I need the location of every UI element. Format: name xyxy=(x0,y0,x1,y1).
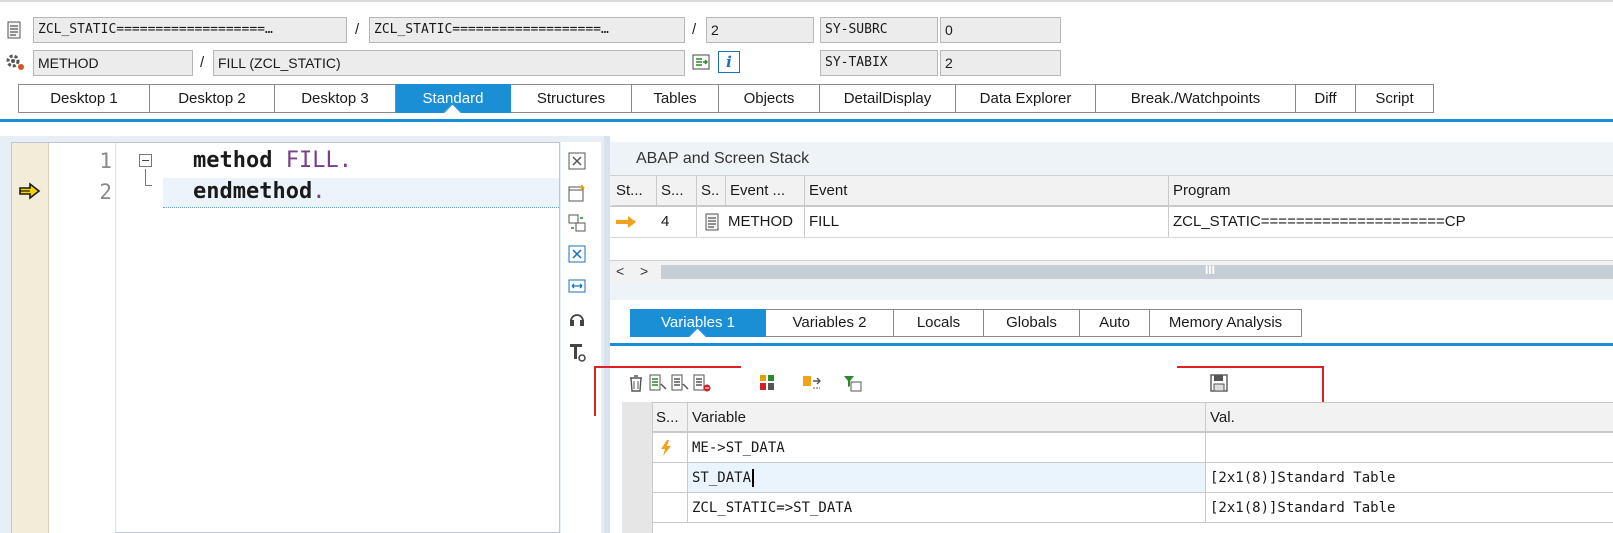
stack-title: ABAP and Screen Stack xyxy=(636,150,810,167)
variable-name-text: ST_DATA xyxy=(692,470,752,486)
line-number: 2 xyxy=(99,180,112,204)
layout-icon[interactable] xyxy=(758,372,780,394)
tab-tables[interactable]: Tables xyxy=(632,84,719,113)
stack-header-cell[interactable]: S... xyxy=(657,176,697,206)
document-icon xyxy=(5,19,23,41)
stack-program: ZCL_STATIC=====================CP xyxy=(1173,213,1466,230)
code-keyword: method xyxy=(193,148,273,173)
separator: / xyxy=(692,21,697,38)
sysubrc-label: SY-SUBRC xyxy=(820,17,938,43)
maximize-icon[interactable] xyxy=(566,243,588,265)
display-object-icon[interactable] xyxy=(690,51,712,73)
var-header-cell[interactable]: Val. xyxy=(1206,403,1613,432)
scrollbar-thumb[interactable] xyxy=(661,265,1613,279)
program-field[interactable]: ZCL_STATIC===================… xyxy=(369,17,685,43)
desktop-tabs: Desktop 1 Desktop 2 Desktop 3 Standard S… xyxy=(18,84,1434,113)
current-line-arrow-icon xyxy=(16,180,44,202)
stack-header-cell[interactable]: Event xyxy=(805,176,1169,206)
separator: / xyxy=(200,54,205,71)
tab-data-explorer[interactable]: Data Explorer xyxy=(956,84,1096,113)
scrollbar-grip: III xyxy=(1205,263,1216,277)
swap-tool-icon[interactable] xyxy=(566,212,588,234)
variable-value[interactable] xyxy=(1206,433,1613,463)
event-type-field[interactable]: METHOD xyxy=(33,50,193,76)
scroll-left-icon[interactable]: < xyxy=(616,263,624,279)
headset-icon[interactable] xyxy=(566,308,588,330)
tab-auto[interactable]: Auto xyxy=(1080,309,1150,337)
tab-variables-2[interactable]: Variables 2 xyxy=(766,309,894,337)
var-header-cell[interactable]: S... xyxy=(652,403,688,432)
transfer-icon[interactable] xyxy=(801,372,823,394)
tab-detaildisplay[interactable]: DetailDisplay xyxy=(820,84,956,113)
variables-tabs: Variables 1 Variables 2 Locals Globals A… xyxy=(630,309,1302,337)
code-line-2: endmethod. xyxy=(193,179,325,204)
code-period: . xyxy=(312,179,326,204)
sysubrc-value[interactable]: 0 xyxy=(940,17,1061,43)
tabs-underline xyxy=(0,119,1613,122)
include-field[interactable]: ZCL_STATIC===================… xyxy=(33,17,347,43)
line-number: 1 xyxy=(99,149,112,173)
document-icon xyxy=(702,211,722,233)
tab-objects[interactable]: Objects xyxy=(719,84,820,113)
stack-event: FILL xyxy=(805,207,1169,237)
filter-icon[interactable] xyxy=(842,372,864,394)
stack-header-cell[interactable]: St... xyxy=(612,176,657,206)
lower-pane-gap xyxy=(610,284,1613,300)
stack-empty-row xyxy=(610,237,1613,260)
variable-name-input[interactable]: ST_DATA xyxy=(688,463,1206,493)
status-cell xyxy=(652,433,688,463)
row-selector-column[interactable] xyxy=(622,402,653,533)
tab-standard[interactable]: Standard xyxy=(396,84,511,113)
code-keyword: endmethod xyxy=(193,179,313,204)
stack-header-cell[interactable]: S.. xyxy=(697,176,726,206)
tab-variables-1[interactable]: Variables 1 xyxy=(630,309,766,337)
new-window-icon[interactable] xyxy=(566,182,588,204)
tab-script[interactable]: Script xyxy=(1356,84,1434,113)
variable-name[interactable]: ME->ST_DATA xyxy=(688,433,1206,463)
gear-icon xyxy=(4,50,26,74)
status-cell xyxy=(652,463,688,493)
code-identifier: FILL xyxy=(285,148,339,173)
current-frame-arrow-icon xyxy=(614,211,638,233)
tab-memory-analysis[interactable]: Memory Analysis xyxy=(1150,309,1302,337)
stack-header-cell[interactable]: Program xyxy=(1169,176,1613,206)
var-header-cell[interactable]: Variable xyxy=(688,403,1206,432)
variable-name[interactable]: ZCL_STATIC=>ST_DATA xyxy=(688,493,1206,523)
info-icon[interactable]: i xyxy=(718,51,740,73)
status-cell xyxy=(652,493,688,523)
fold-end-marker xyxy=(145,169,152,186)
tab-desktop-3[interactable]: Desktop 3 xyxy=(275,84,396,113)
stack-header-cell[interactable]: Event ... xyxy=(726,176,805,206)
tab-desktop-1[interactable]: Desktop 1 xyxy=(18,84,150,113)
tab-diff[interactable]: Diff xyxy=(1296,84,1356,113)
scroll-right-icon[interactable]: > xyxy=(640,263,648,279)
variable-value[interactable]: [2x1(8)]Standard Table xyxy=(1206,493,1613,523)
sytabix-label: SY-TABIX xyxy=(820,50,938,76)
top-border xyxy=(0,0,1613,2)
variable-value[interactable]: [2x1(8)]Standard Table xyxy=(1206,463,1613,493)
tab-structures[interactable]: Structures xyxy=(511,84,632,113)
var-tabs-underline xyxy=(610,343,1613,346)
separator: / xyxy=(355,21,360,38)
tab-locals[interactable]: Locals xyxy=(894,309,984,337)
collapse-icon[interactable] xyxy=(137,152,153,168)
code-line-1: method FILL. xyxy=(193,148,352,173)
event-field[interactable]: FILL (ZCL_STATIC) xyxy=(213,50,685,76)
stack-event-type: METHOD xyxy=(726,207,805,237)
line-field[interactable]: 2 xyxy=(706,17,814,43)
close-window-icon[interactable] xyxy=(566,150,588,172)
service-tool-icon[interactable] xyxy=(566,340,588,364)
text-cursor xyxy=(752,469,755,487)
stack-depth: 4 xyxy=(657,207,697,237)
expand-width-icon[interactable] xyxy=(566,275,588,297)
code-period: . xyxy=(338,148,352,173)
tab-desktop-2[interactable]: Desktop 2 xyxy=(150,84,275,113)
sytabix-value[interactable]: 2 xyxy=(940,50,1061,76)
tab-breakpoints[interactable]: Break./Watchpoints xyxy=(1096,84,1296,113)
tab-globals[interactable]: Globals xyxy=(984,309,1080,337)
